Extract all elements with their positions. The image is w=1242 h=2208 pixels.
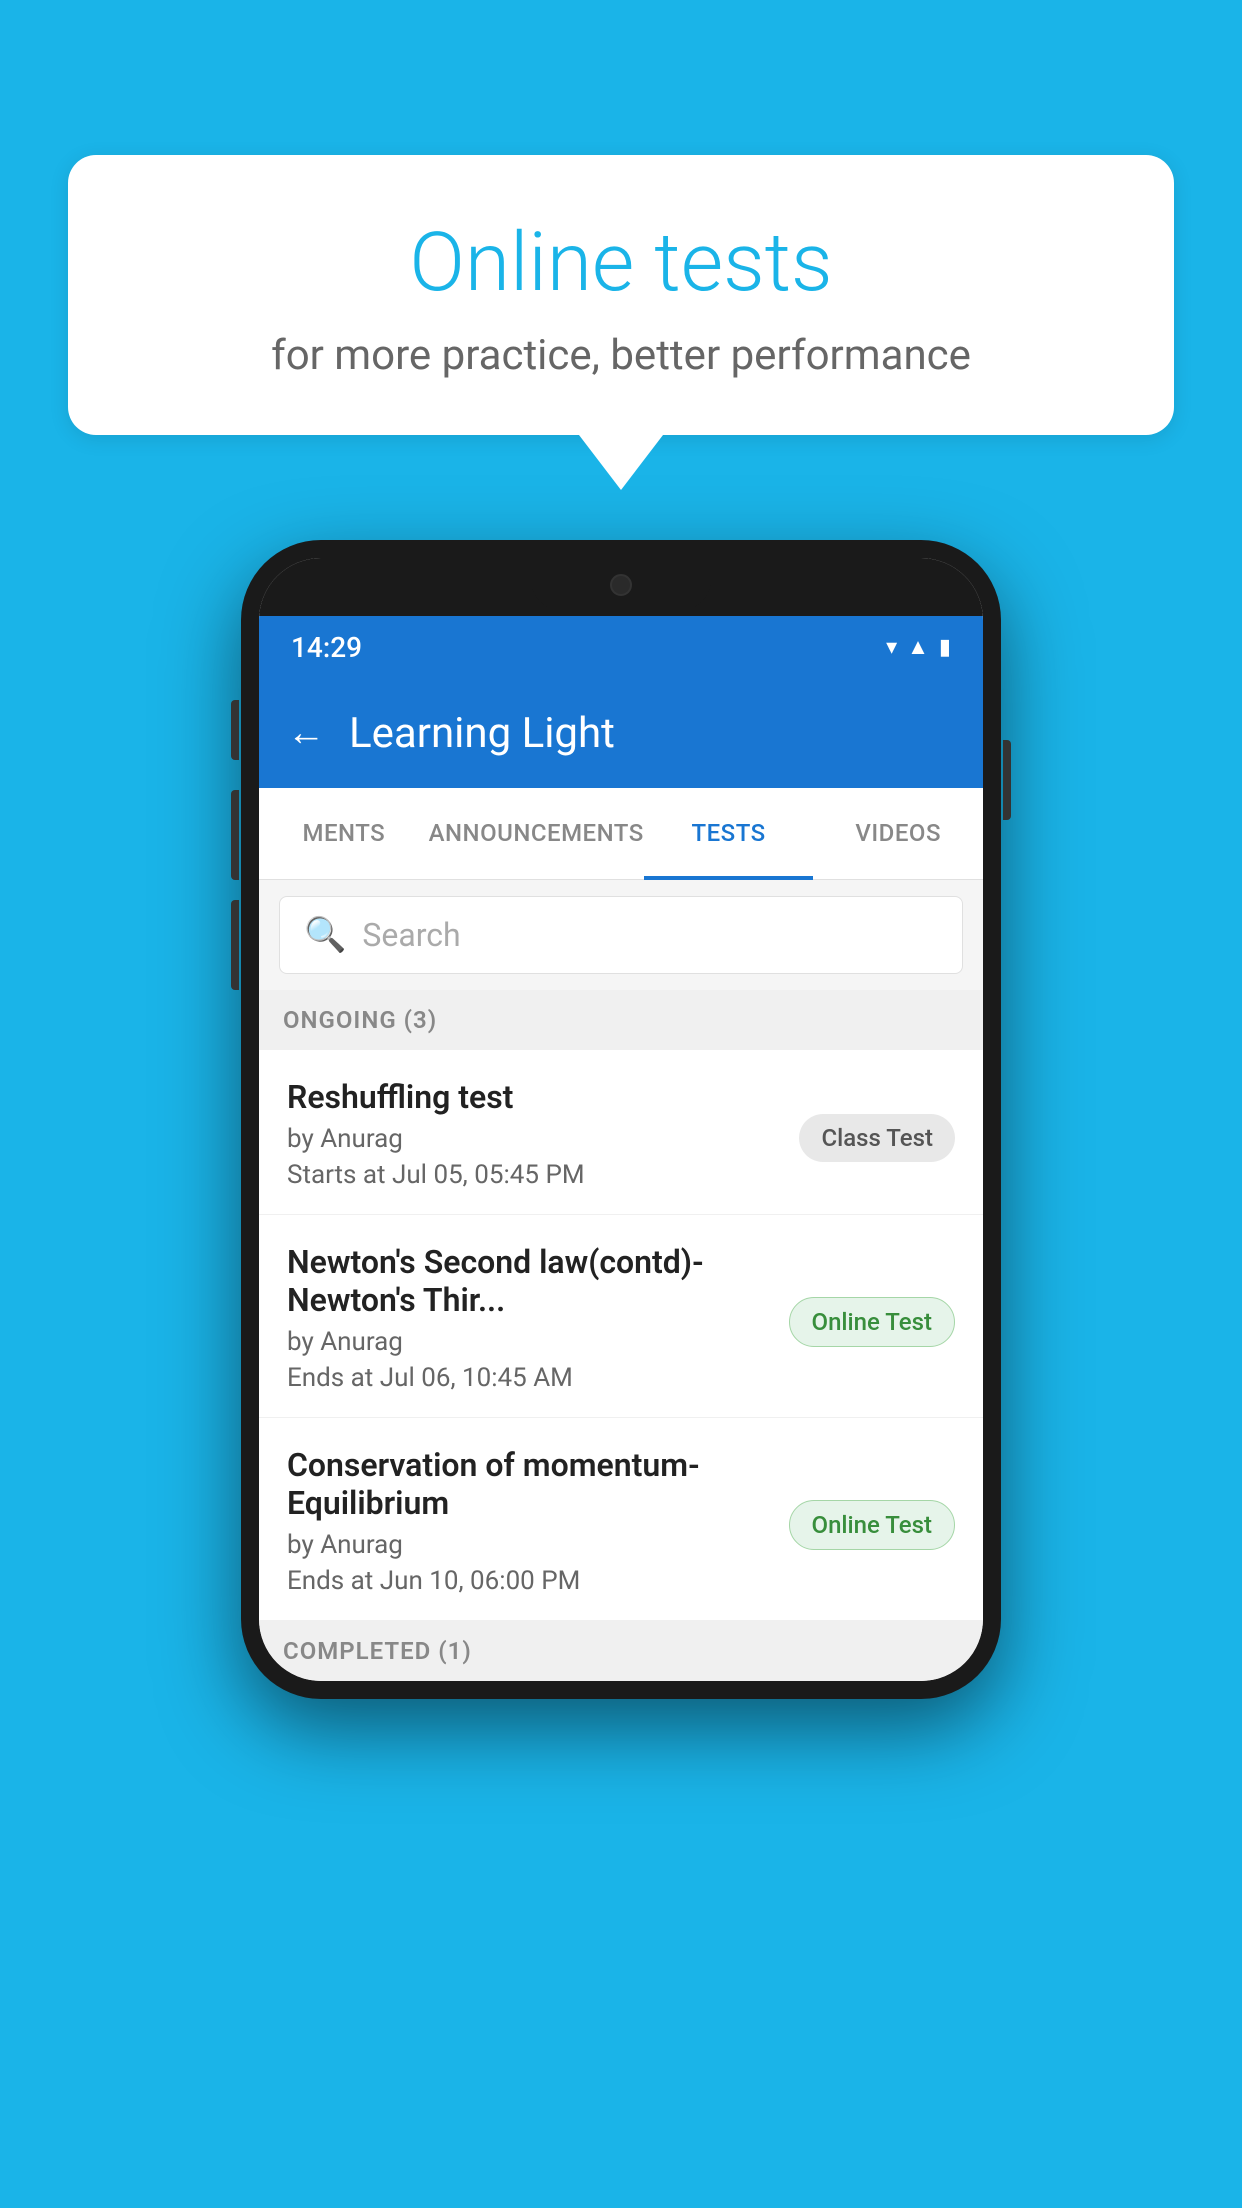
back-button[interactable]: ← [287, 711, 325, 755]
test-title-1: Reshuffling test [287, 1078, 779, 1116]
test-item-3[interactable]: Conservation of momentum-Equilibrium by … [259, 1418, 983, 1621]
test-list: Reshuffling test by Anurag Starts at Jul… [259, 1050, 983, 1621]
signal-icon: ▲ [907, 634, 929, 660]
status-bar: 14:29 ▾ ▲ ▮ [259, 616, 983, 678]
speech-bubble-title: Online tests [148, 215, 1094, 311]
test-item-1[interactable]: Reshuffling test by Anurag Starts at Jul… [259, 1050, 983, 1215]
test-author-2: by Anurag [287, 1327, 769, 1357]
app-title: Learning Light [349, 709, 615, 758]
notch-cutout [531, 560, 711, 610]
test-date-2: Ends at Jul 06, 10:45 AM [287, 1363, 769, 1393]
tab-tests[interactable]: TESTS [644, 789, 814, 880]
phone-notch [259, 558, 983, 616]
test-date-3: Ends at Jun 10, 06:00 PM [287, 1566, 769, 1596]
completed-section-header: COMPLETED (1) [259, 1621, 983, 1681]
phone-container: 14:29 ▾ ▲ ▮ ← Learning Light MENTS ANNOU… [241, 540, 1001, 1699]
search-input[interactable]: 🔍 Search [279, 896, 963, 974]
status-time: 14:29 [291, 631, 362, 664]
test-badge-3: Online Test [789, 1500, 955, 1550]
speech-bubble: Online tests for more practice, better p… [68, 155, 1174, 435]
phone-screen: 14:29 ▾ ▲ ▮ ← Learning Light MENTS ANNOU… [259, 558, 983, 1681]
volume-up-button [231, 700, 239, 760]
camera [610, 574, 632, 596]
status-icons: ▾ ▲ ▮ [886, 634, 951, 660]
silent-button [231, 900, 239, 990]
tabs-bar: MENTS ANNOUNCEMENTS TESTS VIDEOS [259, 788, 983, 880]
tab-ments[interactable]: MENTS [259, 789, 429, 880]
tab-announcements[interactable]: ANNOUNCEMENTS [429, 789, 644, 880]
test-title-3: Conservation of momentum-Equilibrium [287, 1446, 769, 1522]
phone-frame: 14:29 ▾ ▲ ▮ ← Learning Light MENTS ANNOU… [241, 540, 1001, 1699]
battery-icon: ▮ [939, 635, 951, 660]
speech-bubble-container: Online tests for more practice, better p… [68, 155, 1174, 490]
test-info-1: Reshuffling test by Anurag Starts at Jul… [287, 1078, 779, 1190]
test-badge-2: Online Test [789, 1297, 955, 1347]
test-info-3: Conservation of momentum-Equilibrium by … [287, 1446, 769, 1596]
app-bar: ← Learning Light [259, 678, 983, 788]
power-button [1003, 740, 1011, 820]
tab-videos[interactable]: VIDEOS [813, 789, 983, 880]
ongoing-section-header: ONGOING (3) [259, 990, 983, 1050]
test-title-2: Newton's Second law(contd)-Newton's Thir… [287, 1243, 769, 1319]
test-author-3: by Anurag [287, 1530, 769, 1560]
test-date-1: Starts at Jul 05, 05:45 PM [287, 1160, 779, 1190]
wifi-icon: ▾ [886, 635, 897, 660]
volume-down-button [231, 790, 239, 880]
test-item-2[interactable]: Newton's Second law(contd)-Newton's Thir… [259, 1215, 983, 1418]
speech-bubble-arrow [579, 435, 663, 490]
test-author-1: by Anurag [287, 1124, 779, 1154]
test-info-2: Newton's Second law(contd)-Newton's Thir… [287, 1243, 769, 1393]
search-container: 🔍 Search [259, 880, 983, 990]
test-badge-1: Class Test [799, 1114, 955, 1162]
search-icon: 🔍 [304, 915, 346, 955]
speech-bubble-subtitle: for more practice, better performance [148, 331, 1094, 380]
search-placeholder: Search [362, 916, 460, 954]
